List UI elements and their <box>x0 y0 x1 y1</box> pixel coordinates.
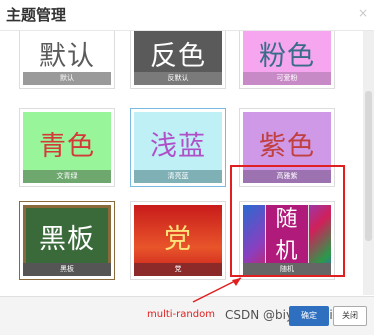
theme-tile-cyan[interactable]: 青色 文青绿 <box>19 108 115 187</box>
scrollbar-thumb[interactable] <box>365 91 372 241</box>
theme-tile-party[interactable]: 党党 <box>130 201 226 280</box>
close-icon[interactable]: × <box>358 6 368 20</box>
highlight-box <box>230 165 345 277</box>
dialog-titlebar: 主题管理 × <box>0 0 374 31</box>
theme-tile-inverse[interactable]: 反色 反默认 <box>130 31 226 89</box>
theme-tile-blackboard[interactable]: 黑板 黑板 <box>19 201 115 280</box>
close-button[interactable]: 关闭 <box>333 306 367 326</box>
scrollbar[interactable] <box>363 31 374 295</box>
theme-tile-pink[interactable]: 粉色 可爱粉 <box>239 31 335 89</box>
theme-tile-default[interactable]: 默认 默认 <box>19 31 115 89</box>
ok-button[interactable]: 确定 <box>289 306 329 326</box>
dialog-title: 主题管理 <box>6 6 67 24</box>
theme-tile-lightblue[interactable]: 浅蓝 清亮蓝 <box>130 108 226 187</box>
annotation-label: multi-random <box>147 309 215 320</box>
